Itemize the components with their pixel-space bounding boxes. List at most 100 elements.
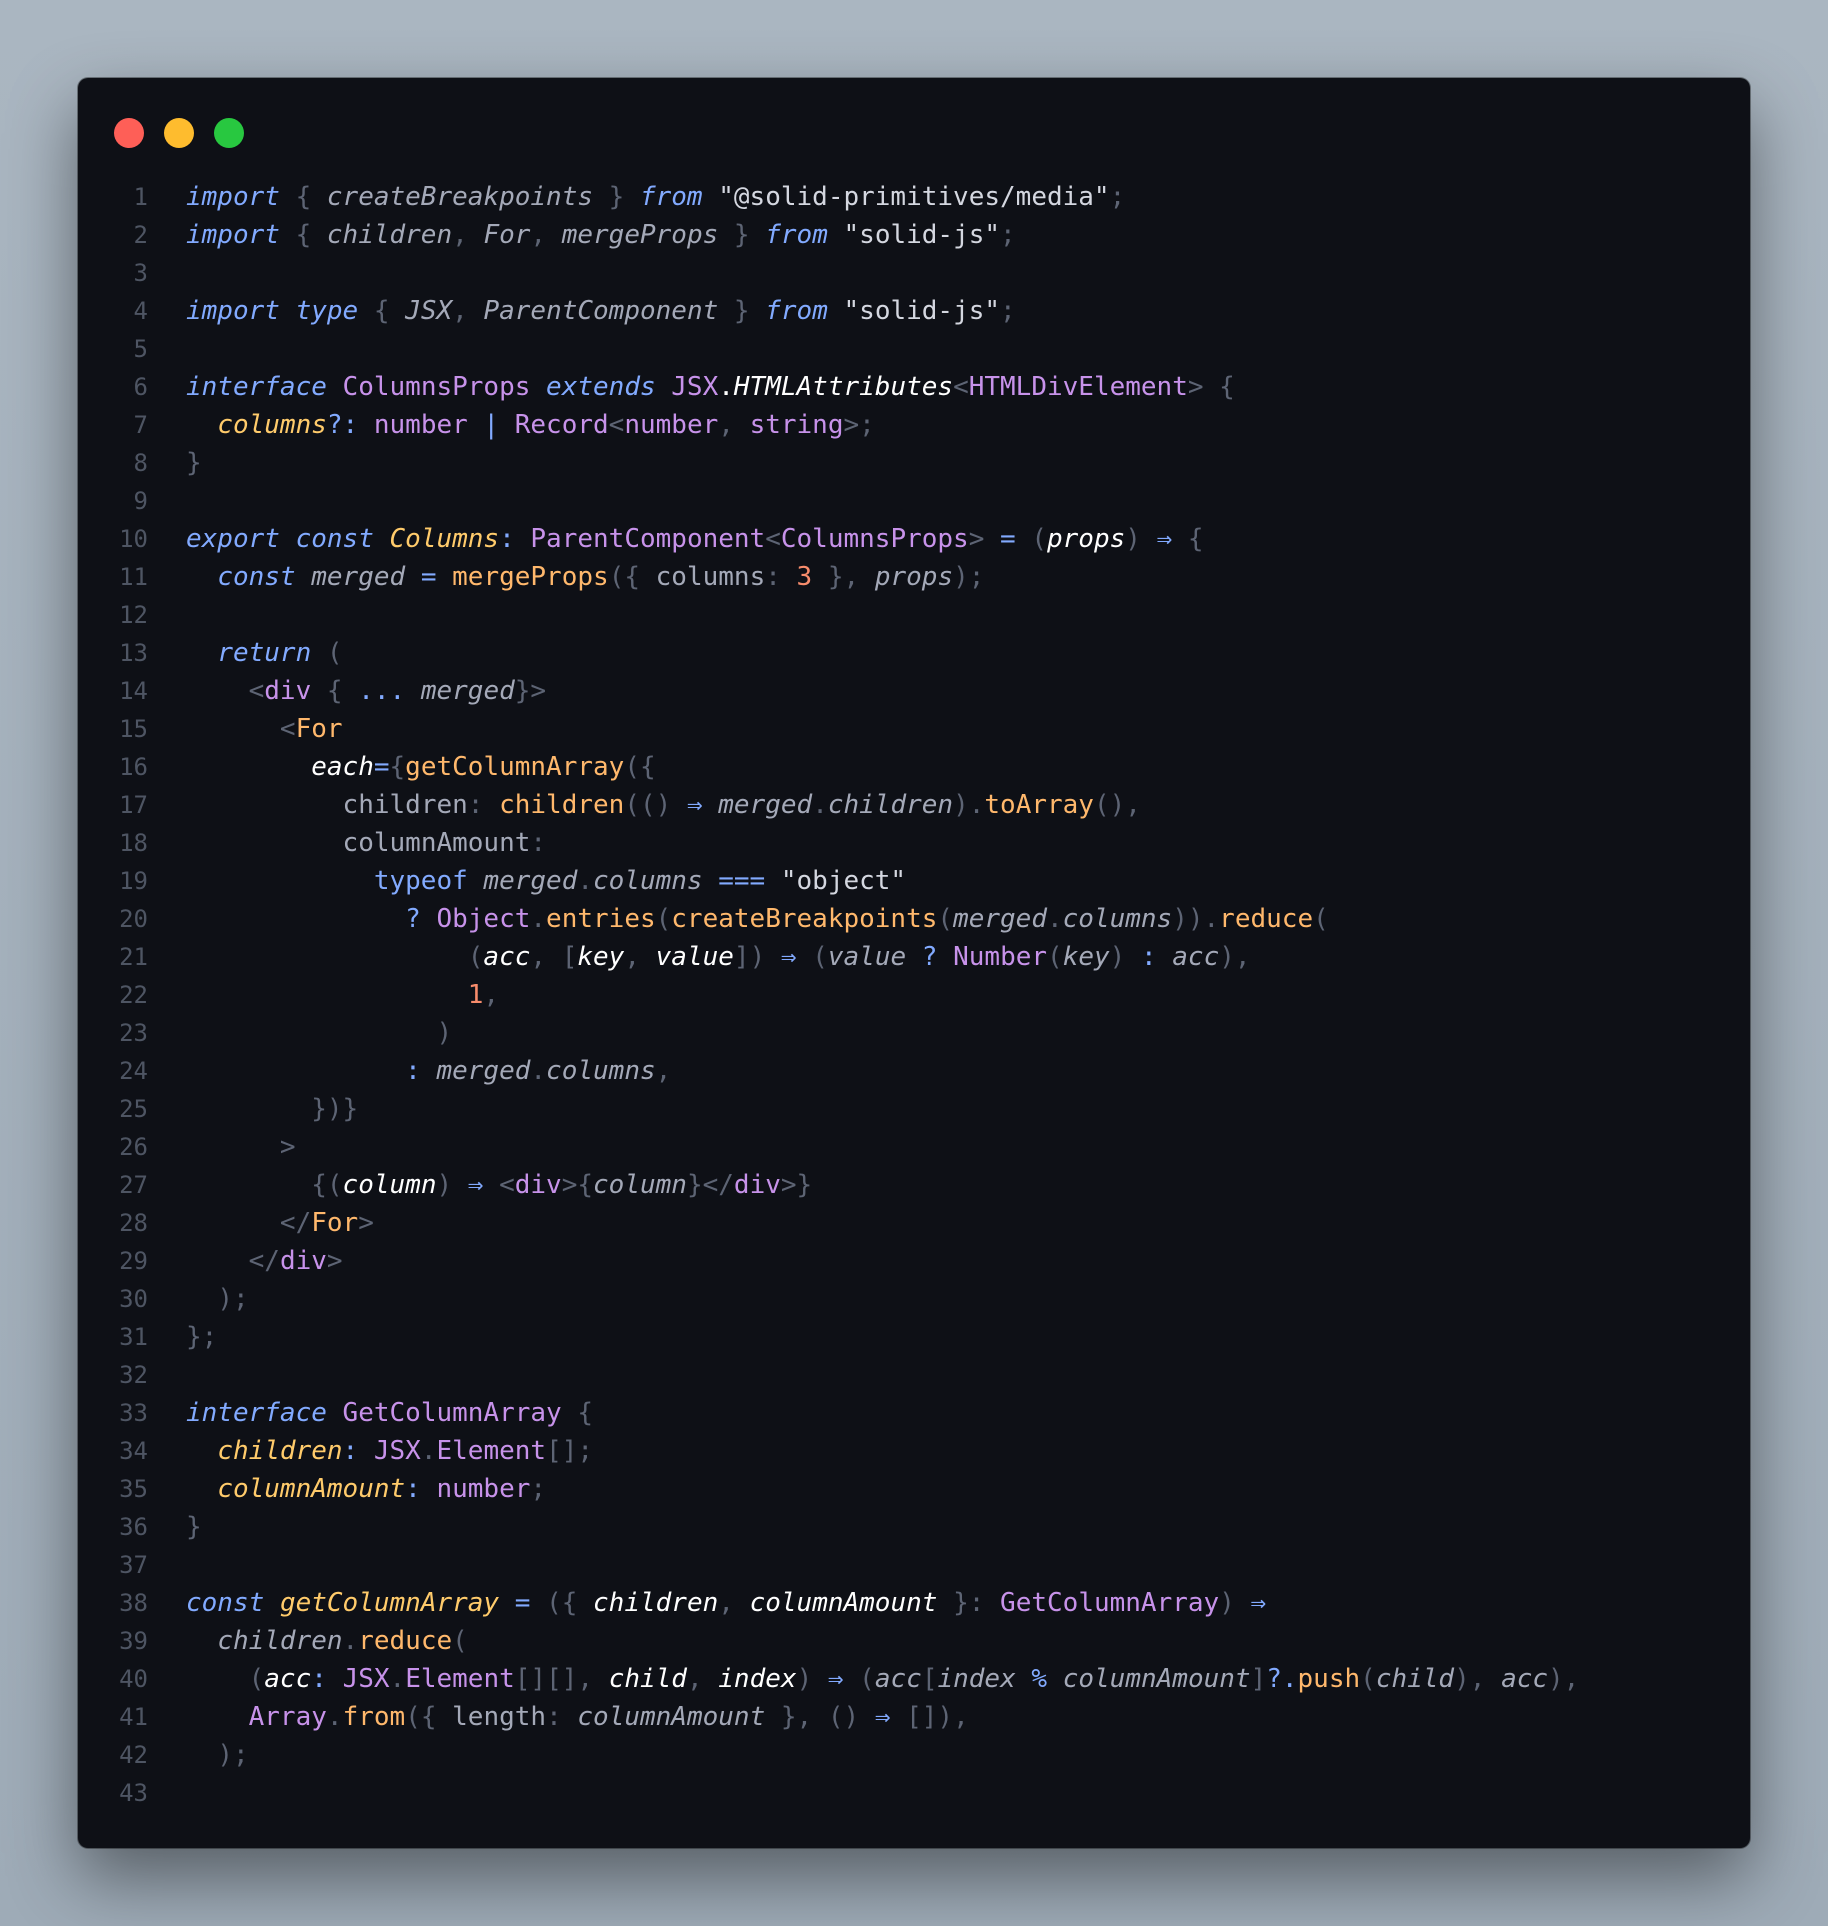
code-line: 26 >: [78, 1128, 1750, 1166]
code-token: }, (): [765, 1702, 875, 1732]
code-line: 19 typeof merged.columns === "object": [78, 862, 1750, 900]
code-token: index: [718, 1664, 797, 1694]
code-token: props: [1047, 524, 1126, 554]
code-token: ((): [624, 790, 687, 820]
code-line: 20 ? Object.entries(createBreakpoints(me…: [78, 900, 1750, 938]
line-number: 23: [119, 1019, 148, 1047]
code-token: ?: [405, 904, 437, 934]
code-token: .: [326, 1702, 343, 1732]
code-token: getColumnArray: [279, 1588, 500, 1618]
code-token: > {: [1187, 372, 1235, 402]
code-line: 33 interface GetColumnArray {: [78, 1394, 1750, 1432]
line-number: 6: [133, 373, 148, 401]
code-token: (: [311, 638, 343, 668]
line-source: >: [186, 1128, 296, 1166]
code-token: );: [953, 562, 985, 592]
code-token: :: [467, 790, 500, 820]
code-token: ,: [483, 980, 500, 1010]
code-token: ).: [953, 790, 985, 820]
code-token: interface: [186, 372, 327, 402]
code-token: Record: [514, 410, 609, 440]
code-token: child: [1375, 1664, 1455, 1694]
code-line: 15 <For: [78, 710, 1750, 748]
zoom-button[interactable]: [214, 118, 244, 148]
code-token: import: [186, 182, 280, 212]
code-token: Number: [953, 942, 1048, 972]
line-number: 17: [119, 791, 148, 819]
code-token: ,: [530, 220, 562, 250]
code-token: >;: [843, 410, 875, 440]
code-token: })}: [311, 1094, 359, 1124]
code-token: columns: [593, 866, 703, 896]
code-token: acc: [483, 942, 531, 972]
code-token: );: [217, 1740, 249, 1770]
code-line: 23 ): [78, 1014, 1750, 1052]
code-token: ): [436, 1170, 468, 1200]
code-token: children: [827, 790, 954, 820]
code-token: :: [499, 524, 531, 554]
line-number: 43: [119, 1779, 148, 1807]
code-token: ,: [624, 942, 656, 972]
code-token: 1: [467, 980, 484, 1010]
code-token: each: [311, 752, 374, 782]
code-token: ({: [546, 1588, 594, 1618]
line-number: 39: [119, 1627, 148, 1655]
close-button[interactable]: [114, 118, 144, 148]
line-number: 13: [119, 639, 148, 667]
code-token: ⇒: [780, 942, 797, 972]
code-token: mergeProps: [561, 220, 719, 250]
code-token: ,: [686, 1664, 719, 1694]
code-token: column: [342, 1170, 437, 1200]
code-token: acc: [874, 1664, 922, 1694]
code-token: JSX: [342, 1664, 390, 1694]
code-token: ⇒: [1250, 1588, 1267, 1618]
code-token: number: [436, 1474, 531, 1504]
code-token: <: [248, 676, 265, 706]
code-token: child: [608, 1664, 687, 1694]
code-line: 36}: [78, 1508, 1750, 1546]
code-token: ,: [452, 220, 484, 250]
code-token: children: [326, 220, 453, 250]
code-token: ),: [1548, 1664, 1580, 1694]
line-source: })}: [186, 1090, 358, 1128]
code-line: 24 : merged.columns,: [78, 1052, 1750, 1090]
minimize-button[interactable]: [164, 118, 194, 148]
code-token: >: [968, 524, 1001, 554]
code-token: mergeProps: [452, 562, 609, 592]
code-token: typeof: [373, 866, 468, 896]
line-source: );: [186, 1736, 249, 1774]
code-line: 16 each={getColumnArray({: [78, 748, 1750, 786]
line-source: );: [186, 1280, 248, 1318]
line-number: 9: [133, 487, 148, 515]
code-token: toArray: [984, 790, 1094, 820]
code-token: div: [514, 1170, 562, 1200]
code-token: ,: [655, 1056, 672, 1086]
code-token: ),: [1454, 1664, 1502, 1694]
line-source: {(column) ⇒ <div>{column}</div>}: [186, 1166, 812, 1204]
code-token: </: [248, 1246, 280, 1276]
code-token: ,: [452, 296, 484, 326]
code-token: Array: [248, 1702, 327, 1732]
code-token: ⇒: [874, 1702, 891, 1732]
line-source: (acc: JSX.Element[][], child, index) ⇒ (…: [186, 1660, 1580, 1698]
code-line: 42 );: [78, 1736, 1750, 1774]
code-token: }>: [514, 676, 547, 706]
code-token: }: [186, 448, 202, 478]
code-line: 29 </div>: [78, 1242, 1750, 1280]
code-token: div: [264, 676, 312, 706]
code-token: :: [405, 1056, 437, 1086]
